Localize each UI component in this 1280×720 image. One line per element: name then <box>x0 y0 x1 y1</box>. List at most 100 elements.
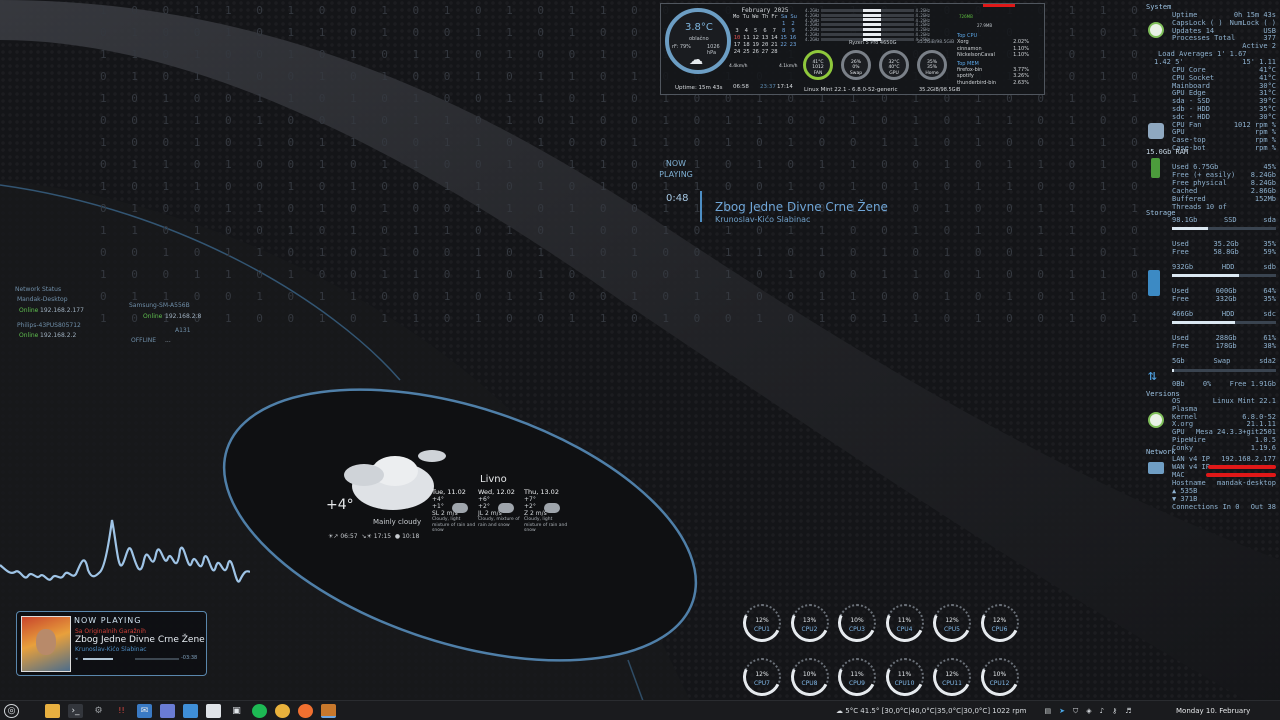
info-value: 41°C <box>1259 66 1276 74</box>
info-key: CapsLock ( ) <box>1172 18 1223 27</box>
calendar-day: 1 <box>781 21 786 27</box>
folder-icon[interactable] <box>45 703 60 718</box>
chrome-icon[interactable] <box>275 703 290 718</box>
weather-tray-icon[interactable]: ☁ <box>836 707 843 715</box>
info-row: X.org 21.1.11 <box>1172 420 1276 428</box>
now-playing-divider <box>700 191 702 222</box>
spotify-icon[interactable] <box>252 703 267 718</box>
forecast-wind: Z 2 m/s <box>524 510 547 517</box>
info-value: 31°C <box>1259 89 1276 98</box>
previous-icon[interactable]: ◂ <box>75 656 78 662</box>
player-now-playing-label: NOW PLAYING <box>74 616 142 625</box>
info-text: 15.0Gb RAM <box>1146 148 1189 156</box>
rain-snow-icon <box>498 503 514 513</box>
system-monitor-icon[interactable]: !! <box>114 704 129 718</box>
gauge-label: GPU <box>889 70 899 76</box>
cpu-ring: 12% CPU7 <box>737 652 787 702</box>
mail-icon[interactable]: ✉ <box>137 703 152 718</box>
disk-free: 332Gb <box>1215 295 1237 303</box>
cards-icon[interactable]: ▣ <box>229 704 244 718</box>
disk-size: 98.1Gb <box>1172 216 1198 224</box>
settings-icon[interactable]: ⚙ <box>91 704 106 718</box>
cpu-ring: 11% CPU9 <box>832 652 882 702</box>
swap-pct: 0% <box>1202 380 1212 388</box>
widget-pressure: 1026 hPa <box>707 44 720 56</box>
info-key: 1.42 5' <box>1154 58 1184 66</box>
device-name: Philips-43PUS805712 <box>17 322 81 329</box>
disk-type: HDD <box>1221 263 1235 271</box>
info-key: GPU <box>1172 128 1185 137</box>
core-bar-fill <box>862 23 882 27</box>
info-value: Active 2 <box>1242 42 1276 51</box>
device-status: Online <box>143 313 163 320</box>
menu-icon[interactable]: ◎ <box>4 703 19 718</box>
core-freq: 4.2GHz <box>805 36 820 42</box>
calendar-day-name: Th <box>761 14 769 20</box>
player-progress[interactable]: ◂ -03:38 <box>75 655 201 662</box>
weather-condition: Mainly cloudy <box>373 518 422 526</box>
taskbar-clock[interactable]: Monday 10. February 21:28:08 <box>1176 701 1280 720</box>
window-icon[interactable] <box>160 703 175 718</box>
calendar-day: 11 <box>743 35 750 41</box>
calendar-day <box>742 21 750 28</box>
notes-icon[interactable] <box>206 703 221 718</box>
disk-free-pct: 59% <box>1263 248 1276 256</box>
tray-sensors[interactable]: 5°C 41.5° [30,0°C|40,0°C|35,0°C|30,0°C] … <box>845 707 1026 715</box>
info-value: Linux Mint 22.1 <box>1212 397 1276 405</box>
cpu-ring: 13% CPU2 <box>785 598 834 648</box>
music-player-widget[interactable]: NOW PLAYING Sa Originalnih Garažnih Zbog… <box>16 611 207 676</box>
disk-free-row: Free 332Gb 35% <box>1172 295 1276 303</box>
network-tray-icon[interactable]: ⚷ <box>1112 707 1117 715</box>
rain-snow-icon <box>544 503 560 513</box>
info-key: CPU Core <box>1172 66 1206 74</box>
info-value: 21.1.11 <box>1246 420 1276 429</box>
document-icon[interactable] <box>183 703 198 718</box>
cloud-icon-puff <box>344 464 384 486</box>
info-value: 192.168.2.177 <box>1221 455 1276 463</box>
forecast-day-name: Tue, 11.02 <box>432 488 466 496</box>
disk-header: 466Gb HDD sdc <box>1172 310 1276 318</box>
disk-used-row: Used 288Gb 61% <box>1172 334 1276 342</box>
info-value: 8.24Gb <box>1250 171 1276 179</box>
forecast-hi: +4° <box>432 496 444 503</box>
notification-icon[interactable]: ♪ <box>1100 707 1104 715</box>
gauge-3: 35% 35% Home <box>917 50 947 80</box>
info-value: NumLock ( ) <box>1229 18 1276 27</box>
widget-temperature: 3.8°C <box>685 22 713 33</box>
disk-free-label: Free <box>1172 295 1189 303</box>
disk-free-pct: 35% <box>1263 295 1276 303</box>
disk-size: 932Gb <box>1172 263 1194 271</box>
info-value: 15' 1.11 <box>1242 58 1276 66</box>
shield-icon[interactable]: ⛉ <box>1073 707 1078 716</box>
ram-badge: 726MB <box>959 14 973 19</box>
storage-line: 35.2GiB/98.5GiB <box>919 87 961 93</box>
taskbar: ◎ ›_ ⚙ !! ✉ ▣ ☁ 5°C 41.5° [30,0°C|40,0°C… <box>0 700 1280 720</box>
cpu-ring: 10% CPU12 <box>975 652 1024 702</box>
disk-free-label: Free <box>1172 248 1189 256</box>
firefox-icon[interactable] <box>298 703 313 718</box>
redacted-mac <box>1206 473 1276 477</box>
usage-bar-fill <box>1172 369 1175 372</box>
volume-icon[interactable]: ♬ <box>1125 707 1131 715</box>
info-value: 0h 15m 43s <box>1233 11 1276 19</box>
calendar-day: 12 <box>752 35 759 41</box>
wind-left: 4.4km/h <box>729 64 748 69</box>
device-ip: ... <box>165 337 171 344</box>
info-row: Hostname mandak-desktop <box>1172 479 1276 487</box>
active-window-icon[interactable] <box>321 703 336 718</box>
disk-used-label: Used <box>1172 334 1189 342</box>
swap-size: 5Gb <box>1172 357 1185 365</box>
disk-used-pct: 35% <box>1263 240 1276 248</box>
info-row: sdb - HDD 35°C <box>1172 105 1276 113</box>
disk-free: 178Gb <box>1215 342 1237 350</box>
telegram-icon[interactable]: ➤ <box>1059 707 1065 715</box>
dropbox-icon[interactable]: ◈ <box>1086 707 1091 715</box>
redacted-bar <box>983 4 1015 7</box>
usage-bar-fill <box>1172 227 1209 230</box>
forecast-hi: +7° <box>524 496 536 503</box>
info-row: Plasma <box>1172 405 1276 413</box>
ssd-icon <box>1148 270 1160 296</box>
terminal-icon[interactable]: ›_ <box>68 703 83 718</box>
weather-sunrise: 06:57 <box>340 533 358 540</box>
cpu-tray-icon[interactable]: ▤ <box>1044 707 1051 715</box>
